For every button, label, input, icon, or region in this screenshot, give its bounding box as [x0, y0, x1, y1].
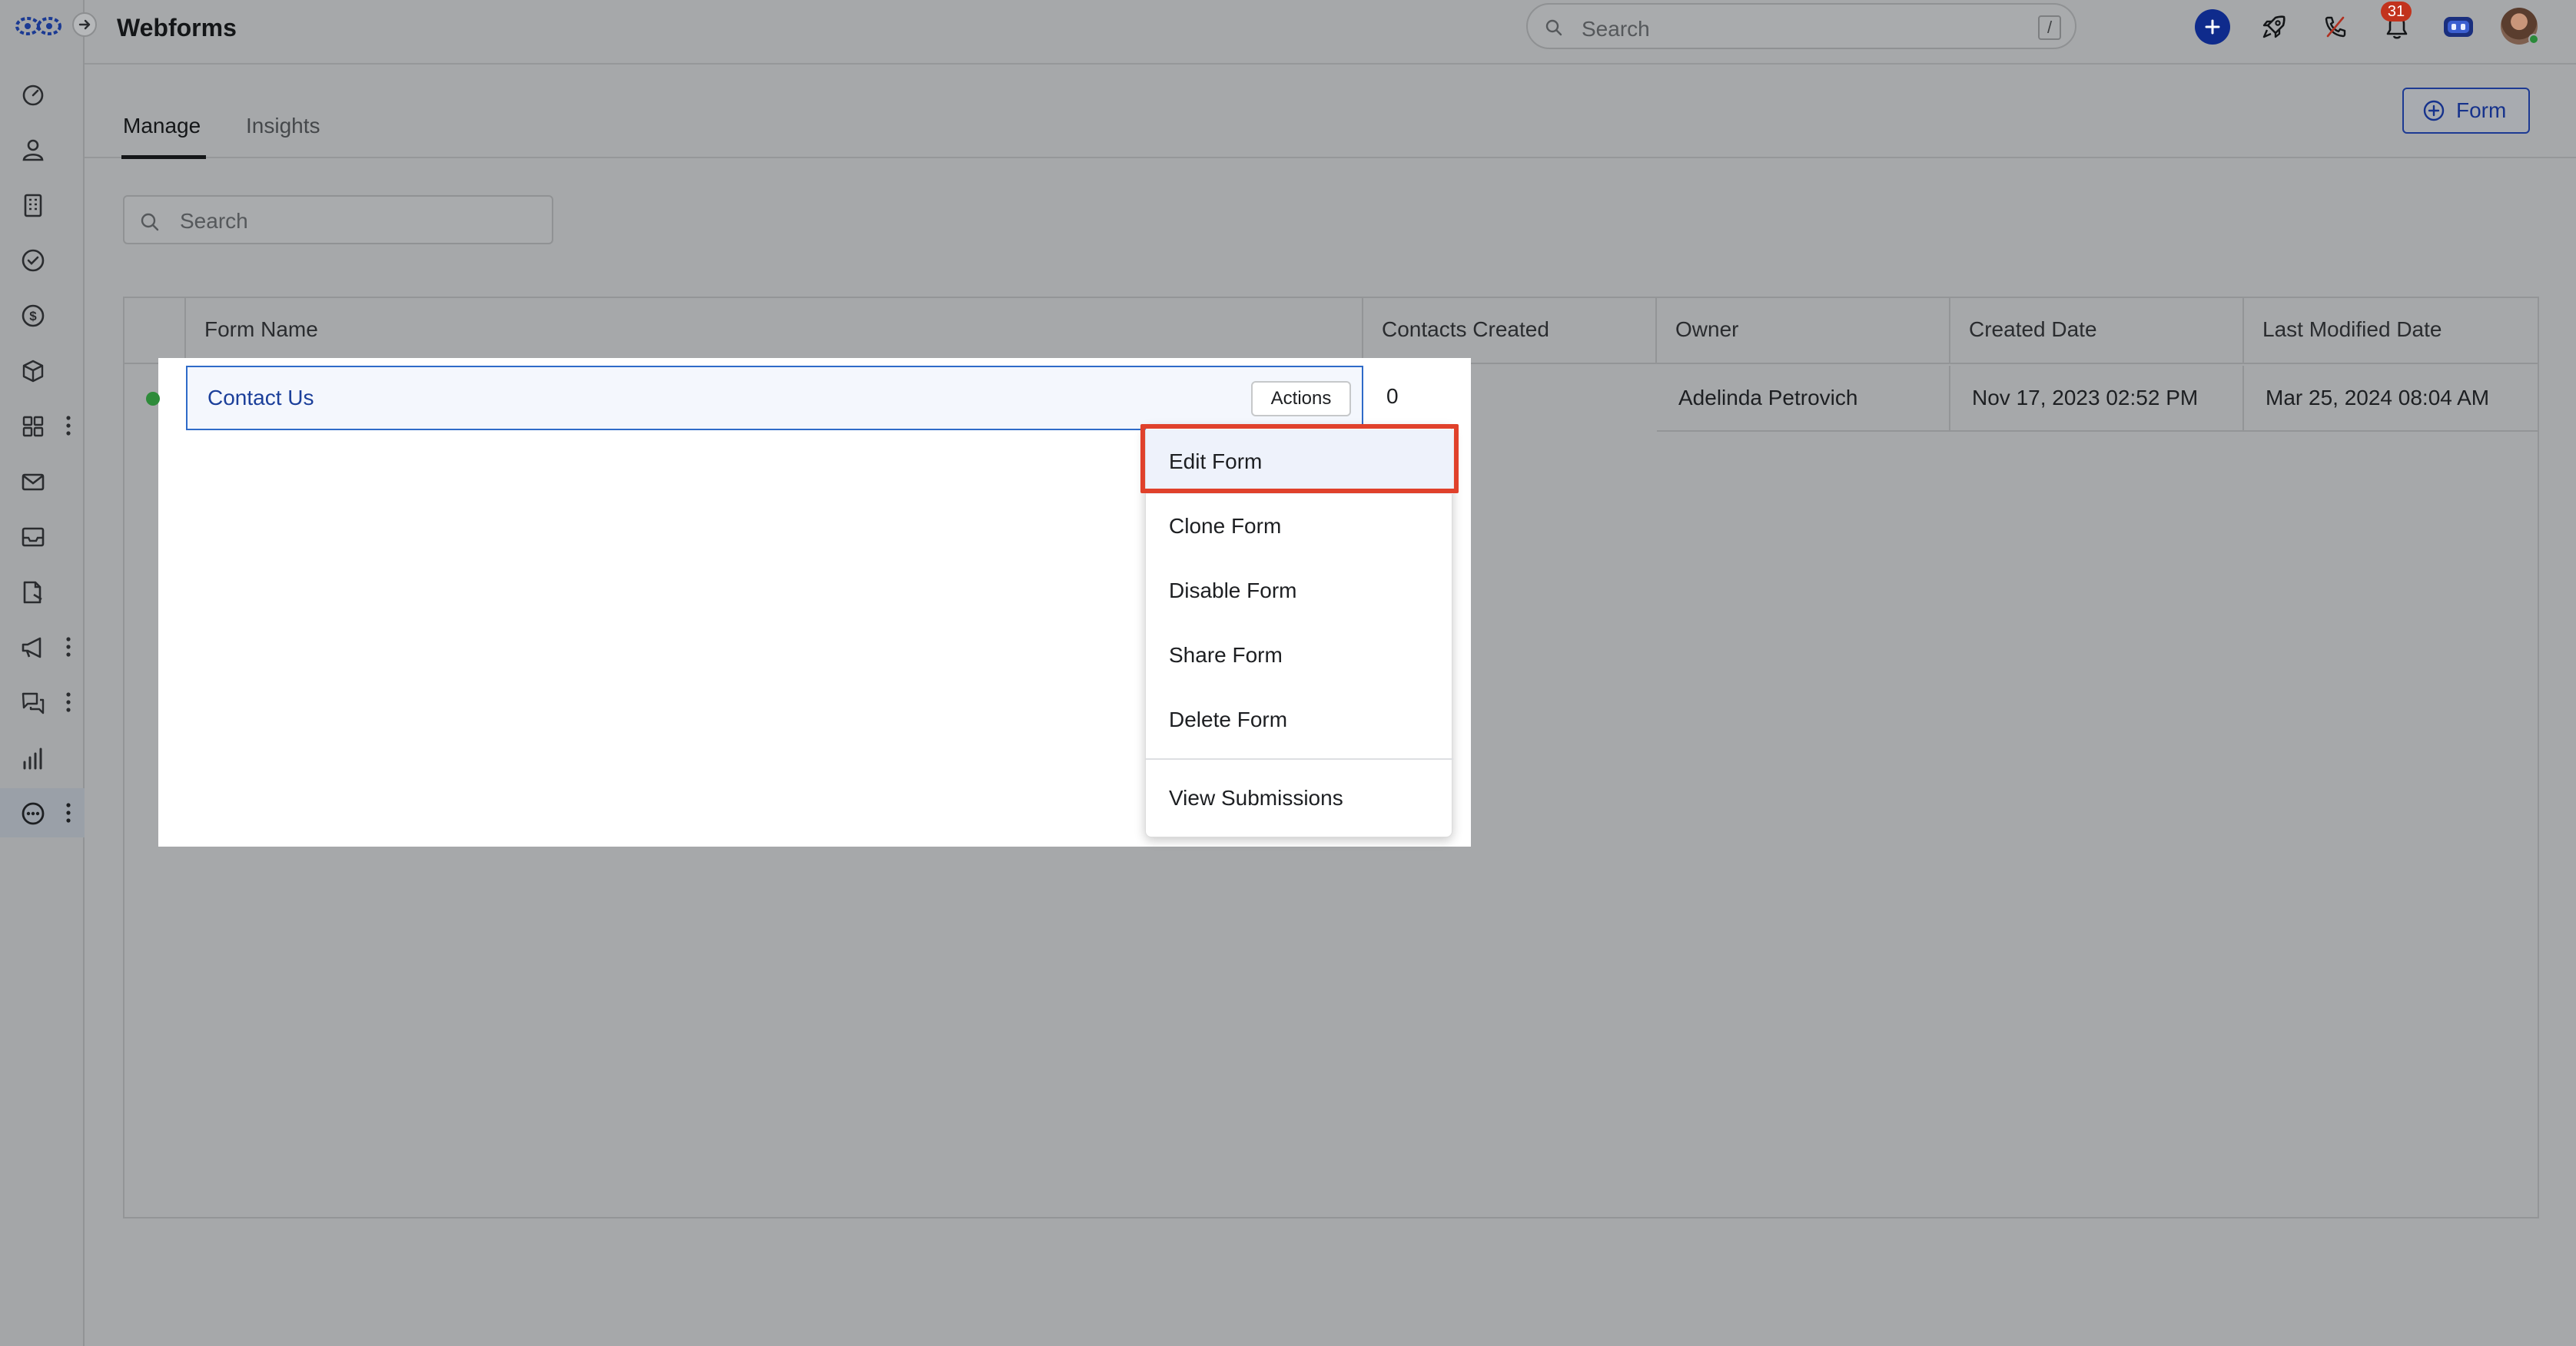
create-new-button[interactable]: [2195, 9, 2230, 45]
app-logo-icon[interactable]: [14, 12, 65, 40]
sidebar-item-apps[interactable]: [0, 401, 85, 450]
sidebar-item-campaigns[interactable]: [0, 622, 85, 671]
target-highlight-box: [1140, 424, 1459, 493]
apps-icon: [22, 416, 44, 437]
add-circle-icon: [2423, 100, 2445, 121]
kebab-menu-icon[interactable]: [65, 802, 72, 824]
rocket-icon: [2262, 15, 2286, 38]
search-shortcut-key: /: [2038, 15, 2061, 40]
assistant-button[interactable]: [2441, 9, 2476, 45]
actions-button[interactable]: Actions: [1251, 381, 1351, 416]
tabs-bar: [85, 66, 2576, 158]
column-header-last-modified-date[interactable]: Last Modified Date: [2244, 297, 2538, 364]
bot-icon: [2444, 17, 2473, 37]
online-status-dot: [2528, 34, 2539, 45]
plus-icon: [2205, 19, 2220, 35]
mail-icon: [22, 473, 45, 491]
tab-insights[interactable]: Insights: [246, 114, 320, 138]
dashboard-icon: [22, 85, 44, 106]
global-search-input[interactable]: Search /: [1526, 3, 2076, 49]
menu-item-delete-form[interactable]: Delete Form: [1146, 688, 1453, 752]
contacts-icon: [22, 139, 44, 161]
add-form-label: Form: [2456, 98, 2507, 122]
form-name-link[interactable]: Contact Us: [207, 386, 314, 410]
sidebar-item-companies[interactable]: [0, 180, 85, 229]
search-placeholder: Search: [180, 209, 248, 233]
table-header-status: [124, 297, 186, 364]
last-modified-cell: Mar 25, 2024 08:04 AM: [2244, 366, 2538, 432]
sidebar-item-dashboard[interactable]: [0, 69, 85, 118]
active-tab-indicator: [121, 155, 206, 159]
sidebar-item-inbox[interactable]: [0, 512, 85, 561]
menu-item-view-submissions[interactable]: View Submissions: [1146, 766, 1453, 830]
menu-item-share-form[interactable]: Share Form: [1146, 623, 1453, 688]
tasks-icon: [22, 249, 45, 272]
column-header-contacts-created[interactable]: Contacts Created: [1363, 297, 1657, 364]
sidebar-item-deals[interactable]: $: [0, 290, 85, 340]
sidebar-item-reports[interactable]: [0, 733, 85, 782]
sidebar-item-documents[interactable]: [0, 567, 85, 616]
status-active-dot: [146, 392, 160, 406]
arrow-right-icon: [78, 19, 91, 30]
created-date-cell: Nov 17, 2023 02:52 PM: [1950, 366, 2244, 432]
more-icon: [22, 802, 45, 825]
sidebar-item-contacts[interactable]: [0, 124, 85, 174]
column-header-created-date[interactable]: Created Date: [1950, 297, 2244, 364]
phone-button[interactable]: [2318, 9, 2353, 45]
sidebar-item-tasks[interactable]: [0, 235, 85, 284]
add-form-button[interactable]: Form: [2402, 88, 2530, 134]
menu-divider: [1146, 758, 1453, 760]
quick-launch-button[interactable]: [2256, 9, 2292, 45]
table-row[interactable]: Contact Us Actions: [186, 366, 1363, 430]
deals-icon: $: [22, 304, 45, 327]
chat-icon: [22, 692, 45, 714]
phone-off-icon: [2325, 16, 2346, 38]
sidebar-item-products[interactable]: [0, 346, 85, 395]
reports-icon: [23, 748, 42, 770]
kebab-menu-icon[interactable]: [65, 636, 72, 658]
owner-cell: Adelinda Petrovich: [1657, 366, 1950, 432]
forms-search-input[interactable]: Search: [123, 195, 553, 244]
documents-icon: [23, 581, 42, 604]
search-placeholder: Search: [1582, 17, 1650, 41]
svg-text:$: $: [29, 309, 37, 323]
kebab-menu-icon[interactable]: [65, 415, 72, 436]
sidebar-item-more[interactable]: [0, 788, 85, 837]
left-sidebar: $: [0, 0, 85, 1346]
menu-item-clone-form[interactable]: Clone Form: [1146, 494, 1453, 559]
sidebar-item-mail[interactable]: [0, 456, 85, 506]
products-icon: [22, 360, 44, 383]
contacts-created-cell: 0: [1386, 384, 1399, 408]
page-title: Webforms: [117, 14, 237, 41]
inbox-icon: [22, 527, 45, 547]
sidebar-expand-button[interactable]: [72, 12, 97, 37]
search-icon: [1545, 19, 1562, 36]
campaigns-icon: [22, 637, 41, 658]
column-header-owner[interactable]: Owner: [1657, 297, 1950, 364]
kebab-menu-icon[interactable]: [65, 691, 72, 713]
sidebar-item-chat[interactable]: [0, 678, 85, 727]
tab-manage[interactable]: Manage: [123, 114, 201, 138]
notification-count-badge: 31: [2381, 2, 2412, 22]
companies-icon: [24, 194, 42, 217]
column-header-form-name[interactable]: Form Name: [186, 297, 1363, 364]
menu-item-disable-form[interactable]: Disable Form: [1146, 559, 1453, 623]
search-icon: [141, 213, 159, 231]
